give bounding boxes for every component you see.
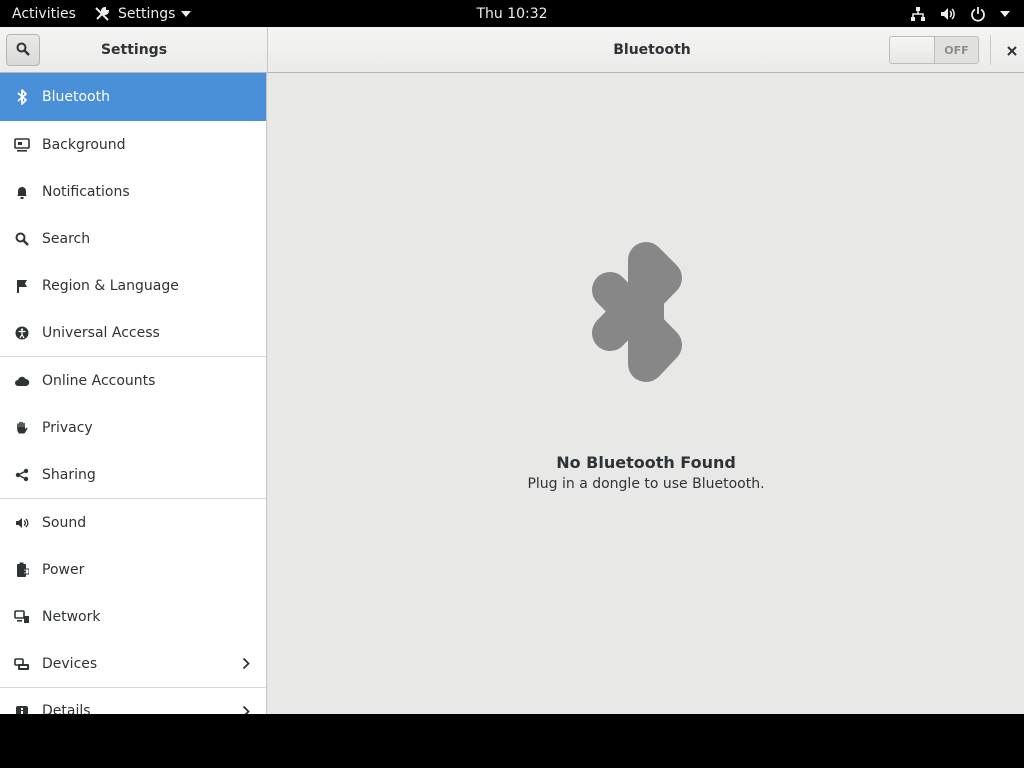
sidebar[interactable]: Bluetooth Background Notifications Searc… <box>0 73 267 714</box>
sidebar-item-label: Bluetooth <box>42 89 110 105</box>
close-button[interactable] <box>1000 38 1024 62</box>
sidebar-item-notifications[interactable]: Notifications <box>0 168 266 215</box>
sidebar-item-label: Sharing <box>42 466 96 483</box>
sidebar-item-label: Online Accounts <box>42 372 156 389</box>
accessibility-icon <box>14 309 30 356</box>
search-button[interactable] <box>6 34 40 66</box>
sidebar-item-label: Network <box>42 608 101 625</box>
app-menu-label: Settings <box>118 5 176 22</box>
sidebar-item-label: Background <box>42 136 126 153</box>
screen-bottom-area <box>0 714 1024 768</box>
sidebar-item-sharing[interactable]: Sharing <box>0 451 266 498</box>
sidebar-title: Settings <box>100 42 168 58</box>
activities-label: Activities <box>12 5 76 22</box>
network-icon <box>910 6 926 22</box>
volume-icon <box>940 6 956 22</box>
sidebar-item-background[interactable]: Background <box>0 121 266 168</box>
power-icon <box>970 6 986 22</box>
settings-tools-icon <box>94 6 110 22</box>
sidebar-item-power[interactable]: Power <box>0 546 266 593</box>
bell-icon <box>14 168 30 215</box>
sidebar-item-label: Sound <box>42 514 87 531</box>
sidebar-item-label: Power <box>42 561 85 578</box>
bluetooth-large-icon <box>592 242 682 382</box>
network-icon <box>14 593 30 640</box>
bluetooth-icon <box>14 73 30 120</box>
sidebar-item-universal-access[interactable]: Universal Access <box>0 309 266 356</box>
sidebar-item-network[interactable]: Network <box>0 593 266 640</box>
header-bar: Settings Bluetooth OFF <box>0 27 1024 73</box>
app-menu-button[interactable]: Settings <box>94 0 192 27</box>
sidebar-item-label: Search <box>42 230 91 247</box>
sidebar-item-label: Devices <box>42 655 98 672</box>
chevron-down-icon <box>1000 10 1010 17</box>
bluetooth-toggle[interactable]: OFF <box>889 36 979 64</box>
background-icon <box>14 121 30 168</box>
search-icon <box>16 41 30 60</box>
chevron-down-icon <box>181 10 192 17</box>
chevron-right-icon <box>242 688 250 714</box>
sidebar-item-label: Universal Access <box>42 324 160 341</box>
header-separator <box>990 35 991 65</box>
sidebar-header: Settings <box>0 27 268 73</box>
sidebar-item-privacy[interactable]: Privacy <box>0 404 266 451</box>
search-icon <box>14 215 30 262</box>
share-icon <box>14 451 30 498</box>
flag-icon <box>14 262 30 309</box>
settings-window: Settings Bluetooth OFF Bluetooth Backgro… <box>0 27 1024 714</box>
cloud-icon <box>14 357 30 404</box>
hand-icon <box>14 404 30 451</box>
sidebar-item-details[interactable]: Details <box>0 688 266 714</box>
chevron-right-icon <box>242 640 250 687</box>
sidebar-item-search[interactable]: Search <box>0 215 266 262</box>
sidebar-item-label: Notifications <box>42 183 130 200</box>
main-content: No Bluetooth Found Plug in a dongle to u… <box>268 73 1024 714</box>
clock-label[interactable]: Thu 10:32 <box>476 6 547 22</box>
close-icon <box>1007 41 1017 60</box>
info-icon <box>14 688 30 714</box>
system-tray[interactable] <box>910 0 1010 27</box>
toggle-knob[interactable] <box>890 37 935 63</box>
battery-icon <box>14 546 30 593</box>
sidebar-item-sound[interactable]: Sound <box>0 499 266 546</box>
sidebar-item-label: Region & Language <box>42 277 179 294</box>
devices-icon <box>14 640 30 687</box>
speaker-icon <box>14 499 30 546</box>
empty-state-subtitle: Plug in a dongle to use Bluetooth. <box>527 476 765 492</box>
sidebar-item-region-language[interactable]: Region & Language <box>0 262 266 309</box>
toggle-state-label: OFF <box>944 43 969 57</box>
top-bar: Activities Settings Thu 10:32 <box>0 0 1024 27</box>
sidebar-item-label: Privacy <box>42 419 93 436</box>
activities-button[interactable]: Activities <box>12 0 76 27</box>
sidebar-item-devices[interactable]: Devices <box>0 640 266 687</box>
sidebar-item-label: Details <box>42 703 91 714</box>
sidebar-item-online-accounts[interactable]: Online Accounts <box>0 357 266 404</box>
sidebar-item-bluetooth[interactable]: Bluetooth <box>0 73 266 121</box>
empty-state-title: No Bluetooth Found <box>556 453 736 472</box>
